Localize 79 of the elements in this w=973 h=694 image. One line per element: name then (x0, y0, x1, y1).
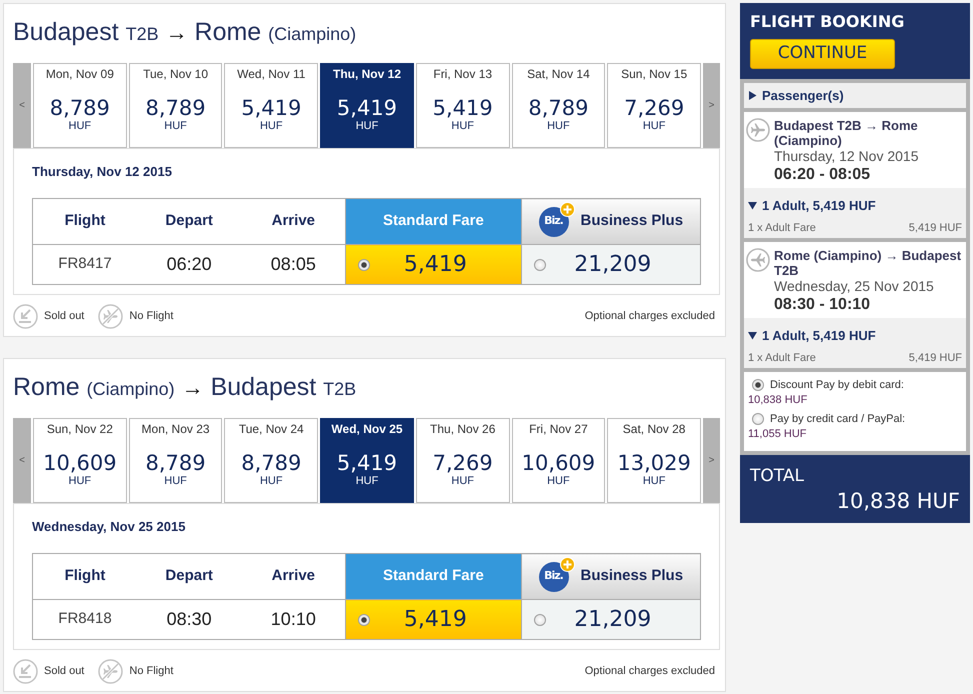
departure-time: 08:30 (136, 600, 242, 640)
column-header: Flight (32, 198, 137, 244)
arrival-time: 10:10 (241, 600, 346, 640)
radio-button[interactable] (534, 258, 546, 270)
fare-line-amount: 5,419 HUF (908, 351, 962, 365)
fare-price: 5,419 (402, 606, 468, 634)
previous-dates-button[interactable]: < (13, 418, 31, 503)
next-dates-button[interactable]: > (703, 63, 720, 148)
date-tab[interactable]: Sat, Nov 14 8,789 HUF (512, 63, 606, 148)
date-tab[interactable]: Sun, Nov 15 7,269 HUF (607, 63, 701, 148)
legend-label: Sold out (44, 664, 84, 680)
column-header: Standard Fare (346, 554, 522, 600)
date-tab[interactable]: Wed, Nov 25 5,419 HUF (320, 418, 414, 503)
payment-amount: 11,055 HUF (748, 427, 808, 441)
passengers-toggle[interactable]: Passenger(s) (748, 88, 844, 104)
fare-group-toggle[interactable]: 1 Adult, 5,419 HUF (748, 198, 876, 214)
date-tab[interactable]: Thu, Nov 26 7,269 HUF (416, 418, 510, 503)
departure-time: 06:20 (136, 244, 242, 284)
fare-line-amount: 5,419 HUF (908, 221, 962, 235)
crossed-plane-icon (98, 304, 124, 329)
date-heading: Thursday, Nov 12 2015 (32, 163, 173, 181)
date-tab[interactable]: Tue, Nov 24 8,789 HUF (224, 418, 318, 503)
arrival-time: 08:05 (241, 244, 346, 284)
legend-label: Sold out (44, 309, 84, 324)
biz-logo: Biz. (538, 206, 568, 236)
route-text: Rome (Ciampino) → Budapest T2B (774, 248, 962, 278)
biz-logo: Biz. (538, 562, 568, 592)
date-tab[interactable]: Mon, Nov 09 8,789 HUF (33, 63, 127, 148)
next-dates-button[interactable]: > (703, 418, 720, 503)
date-tab[interactable]: Sun, Nov 22 10,609 HUF (33, 418, 127, 503)
flight-number: FR8417 (32, 244, 137, 284)
route-text: Budapest T2B → Rome (Ciampino) (774, 118, 919, 148)
column-label: Business Plus (580, 566, 684, 586)
legend-label: No Flight (129, 664, 174, 680)
column-label: Business Plus (580, 211, 684, 232)
booking-title: FLIGHT BOOKING (750, 11, 906, 33)
route-title: Rome (Ciampino) → Budapest T2B (13, 372, 356, 403)
time-text: 08:30 - 10:10 (774, 295, 872, 314)
date-tab[interactable]: Mon, Nov 23 8,789 HUF (128, 418, 222, 503)
fare-group-toggle[interactable]: 1 Adult, 5,419 HUF (748, 328, 876, 344)
date-tab[interactable]: Fri, Nov 13 5,419 HUF (416, 63, 510, 148)
payment-amount: 10,838 HUF (748, 393, 808, 407)
date-tab[interactable]: Wed, Nov 11 5,419 HUF (224, 63, 318, 148)
radio-button[interactable] (534, 614, 546, 626)
payment-option-label: Discount Pay by debit card: (770, 378, 904, 393)
date-tab[interactable]: Fri, Nov 27 10,609 HUF (512, 418, 606, 503)
radio-button[interactable] (358, 614, 370, 626)
payment-option-label: Pay by credit card / PayPal: (770, 412, 906, 427)
flight-number: FR8418 (32, 600, 137, 640)
route-title: Budapest T2B → Rome (Ciampino) (13, 17, 356, 48)
previous-dates-button[interactable]: < (13, 63, 31, 148)
legend-label: No Flight (129, 309, 174, 324)
continue-button[interactable]: CONTINUE (750, 39, 895, 69)
date-tab[interactable]: Tue, Nov 10 8,789 HUF (128, 63, 222, 148)
radio-button[interactable] (358, 258, 370, 270)
crossed-plane-icon (98, 659, 124, 684)
plus-badge-icon (560, 202, 574, 216)
fare-line-label: 1 x Adult Fare (748, 221, 816, 235)
plus-badge-icon (560, 556, 574, 572)
fare-price: 5,419 (402, 251, 468, 279)
date-heading: Wednesday, Nov 25 2015 (32, 518, 186, 536)
fare-price: 21,209 (573, 251, 652, 279)
column-header: Depart (136, 198, 242, 244)
date-text: Thursday, 12 Nov 2015 (774, 148, 920, 165)
date-tab[interactable]: Sat, Nov 28 13,029 HUF (607, 418, 701, 503)
column-header: Standard Fare (346, 198, 522, 244)
time-text: 06:20 - 08:05 (774, 165, 872, 184)
charges-note: Optional charges excluded (584, 664, 715, 680)
radio-button[interactable] (752, 379, 764, 391)
total-amount: 10,838 HUF (836, 488, 960, 515)
date-text: Wednesday, 25 Nov 2015 (774, 278, 935, 295)
charges-note: Optional charges excluded (584, 309, 715, 324)
column-header: Depart (136, 554, 242, 600)
column-header: Flight (32, 554, 137, 600)
date-tab[interactable]: Thu, Nov 12 5,419 HUF (320, 63, 414, 148)
total-label: TOTAL (750, 465, 805, 487)
radio-button[interactable] (752, 413, 764, 425)
fare-line-label: 1 x Adult Fare (748, 351, 816, 365)
fare-price: 21,209 (573, 606, 652, 634)
